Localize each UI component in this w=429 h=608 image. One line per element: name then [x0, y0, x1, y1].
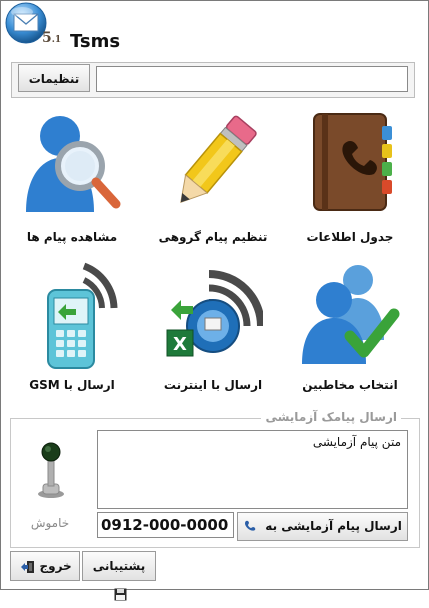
- logo-version: 5.1: [42, 30, 62, 46]
- status-label: خاموش: [30, 516, 70, 530]
- exit-label: خروج: [39, 559, 72, 573]
- joystick-indicator-icon: [38, 442, 64, 498]
- user-search-icon: [26, 116, 121, 212]
- pencil-icon: [180, 115, 257, 204]
- select-contacts-button[interactable]: انتخاب مخاطبین: [290, 260, 410, 400]
- test-sms-legend: ارسال پیامک آزمایشی: [261, 410, 401, 424]
- view-messages-button[interactable]: مشاهده پیام ها: [12, 108, 132, 248]
- group-message-label: تنظیم پیام گروهی: [158, 230, 268, 244]
- address-book-icon: [313, 113, 392, 211]
- contacts-table-button[interactable]: جدول اطلاعات: [290, 108, 410, 248]
- settings-input[interactable]: [96, 66, 408, 92]
- test-message-textarea[interactable]: متن پیام آزمایشی: [97, 430, 408, 509]
- support-label: پشتیبانی: [92, 559, 146, 573]
- settings-button[interactable]: تنظیمات: [18, 64, 90, 92]
- send-internet-button[interactable]: X ارسال با اینترنت: [153, 260, 273, 400]
- globe-wireless-icon: X: [166, 270, 263, 357]
- exit-button[interactable]: خروج: [10, 551, 80, 581]
- select-contacts-label: انتخاب مخاطبین: [302, 378, 398, 392]
- view-messages-label: مشاهده پیام ها: [26, 230, 118, 244]
- send-test-label: ارسال پیام آزمایشی به: [265, 519, 402, 533]
- send-internet-label: ارسال با اینترنت: [163, 378, 263, 392]
- send-gsm-button[interactable]: ارسال با GSM: [12, 260, 132, 400]
- support-button[interactable]: پشتیبانی: [82, 551, 156, 601]
- mobile-phone-icon: [47, 262, 118, 369]
- send-test-button[interactable]: ارسال پیام آزمایشی به: [237, 512, 408, 541]
- group-message-button[interactable]: تنظیم پیام گروهی: [153, 108, 273, 248]
- exit-door-icon: [21, 560, 35, 573]
- phone-number-input[interactable]: 0912-000-0000: [97, 512, 234, 538]
- app-title: Tsms: [70, 31, 121, 52]
- users-check-icon: [302, 265, 400, 364]
- phone-handset-icon: [243, 513, 257, 540]
- contacts-table-label: جدول اطلاعات: [306, 230, 394, 244]
- svg-text:X: X: [173, 334, 187, 355]
- send-gsm-label: ارسال با GSM: [29, 378, 115, 392]
